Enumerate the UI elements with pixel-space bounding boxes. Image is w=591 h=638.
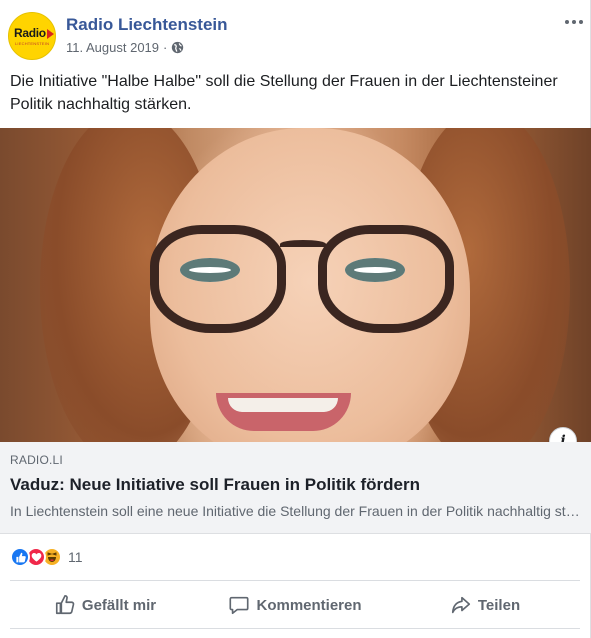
post-date[interactable]: 11. August 2019 bbox=[66, 40, 159, 55]
link-description: In Liechtenstein soll eine neue Initiati… bbox=[10, 503, 580, 519]
like-label: Gefällt mir bbox=[81, 596, 157, 614]
reaction-count[interactable]: 11 bbox=[68, 549, 83, 565]
avatar-logo-subtext: LIECHTENSTEIN bbox=[15, 41, 50, 46]
like-button[interactable]: Gefällt mir bbox=[10, 588, 200, 622]
post-meta: 11. August 2019 · bbox=[66, 40, 184, 55]
comment-label: Kommentieren bbox=[256, 596, 362, 614]
divider bbox=[10, 580, 580, 581]
share-button[interactable]: Teilen bbox=[390, 588, 580, 622]
reaction-summary[interactable]: 11 bbox=[10, 546, 83, 568]
comment-button[interactable]: Kommentieren bbox=[200, 588, 390, 622]
more-options-icon[interactable] bbox=[561, 12, 587, 32]
comment-icon bbox=[229, 596, 250, 615]
globe-icon[interactable] bbox=[171, 41, 184, 54]
meta-separator: · bbox=[163, 40, 168, 55]
bottom-divider bbox=[10, 628, 580, 629]
link-title[interactable]: Vaduz: Neue Initiative soll Frauen in Po… bbox=[10, 475, 420, 495]
like-icon bbox=[10, 547, 30, 567]
post-text: Die Initiative "Halbe Halbe" soll die St… bbox=[10, 73, 558, 113]
play-triangle-icon bbox=[47, 29, 54, 39]
link-domain: RADIO.LI bbox=[10, 453, 63, 467]
page-name-link[interactable]: Radio Liechtenstein bbox=[66, 15, 228, 35]
avatar-logo-text: Radio bbox=[14, 26, 46, 40]
link-preview-image[interactable] bbox=[0, 128, 591, 442]
post-header: Radio LIECHTENSTEIN Radio Liechtenstein … bbox=[0, 0, 591, 66]
facebook-post: Radio LIECHTENSTEIN Radio Liechtenstein … bbox=[0, 0, 591, 638]
post-actions: Gefällt mir Kommentieren Teilen bbox=[10, 588, 580, 622]
share-label: Teilen bbox=[477, 596, 521, 614]
thumbs-up-icon bbox=[55, 595, 75, 615]
avatar[interactable]: Radio LIECHTENSTEIN bbox=[8, 12, 56, 60]
share-arrow-icon bbox=[451, 596, 470, 614]
link-preview-card[interactable]: RADIO.LI Vaduz: Neue Initiative soll Fra… bbox=[0, 442, 591, 534]
